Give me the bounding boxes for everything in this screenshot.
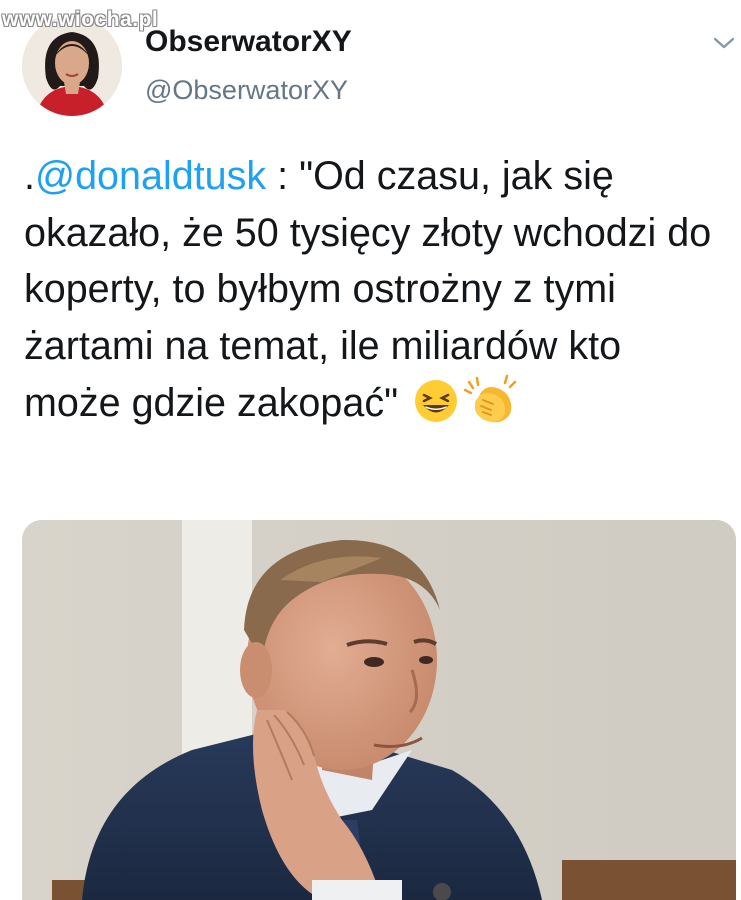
- tweet-text: .@donaldtusk : "Od czasu, jak się okazał…: [24, 148, 724, 440]
- user-handle[interactable]: @ObserwatorXY: [145, 75, 348, 106]
- mention-link[interactable]: @donaldtusk: [35, 154, 266, 198]
- tweet-prefix: .: [24, 154, 35, 198]
- tweet-image[interactable]: [22, 520, 736, 900]
- watermark: www.wiocha.pl: [2, 8, 159, 31]
- grinning-squinting-face-icon: [413, 378, 459, 440]
- chevron-down-icon[interactable]: [712, 34, 736, 52]
- clapping-hands-icon: [463, 374, 519, 440]
- display-name[interactable]: ObserwatorXY: [145, 25, 352, 59]
